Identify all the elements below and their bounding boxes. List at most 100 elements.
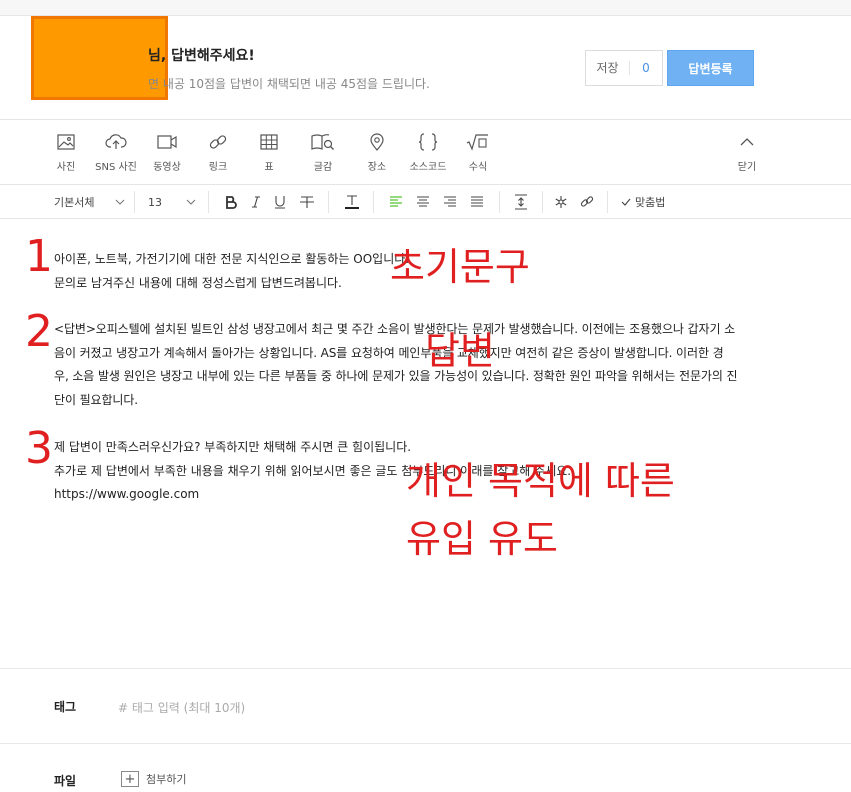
italic-button[interactable] [249,185,263,219]
toolbar-table-label: 표 [264,162,274,173]
plus-icon: + [121,771,139,787]
align-center-icon [417,196,429,207]
annotation-label-1: 초기문구 [390,245,530,289]
link-icon [209,135,227,149]
toolbar-sns-photo-label: SNS 사진 [95,162,137,173]
divider [499,191,500,213]
toolbar-place[interactable]: 장소 [352,132,402,173]
align-justify-button[interactable] [470,185,484,219]
annotation-number-2: 2 [25,306,53,357]
align-justify-icon [471,196,483,207]
toolbar-close-label: 닫기 [737,162,757,173]
strikethrough-icon [300,196,314,208]
tag-label: 태그 [54,700,77,714]
chevron-up-icon [740,138,754,146]
align-left-icon [390,196,402,207]
underline-button[interactable] [273,185,287,219]
save-button[interactable]: 저장 0 [585,50,663,86]
toolbar-place-label: 장소 [367,162,387,173]
toolbar-material[interactable]: 글감 [298,132,348,173]
toolbar-formula-label: 수식 [468,162,488,173]
video-icon [157,135,177,149]
chevron-down-icon [115,199,125,205]
toolbar-link-label: 링크 [208,162,228,173]
align-left-button[interactable] [389,185,403,219]
format-toolbar: 기본서체 13 맞춤법 [0,185,851,219]
save-count: 0 [642,61,650,75]
book-search-icon [311,134,334,150]
table-icon [260,134,278,150]
divider [134,191,135,213]
header-title: 님, 답변해주세요! [148,48,255,64]
toolbar-photo[interactable]: 사진 [41,132,91,173]
divider [328,191,329,213]
toolbar-source-code[interactable]: 소스코드 [403,132,453,173]
code-braces-icon [418,133,438,151]
font-family-value: 기본서체 [54,196,95,209]
align-right-button[interactable] [443,185,457,219]
file-label: 파일 [54,774,77,788]
answer-line-4: 단이 필요합니다. [54,392,139,407]
submit-answer-button[interactable]: 답변등록 [667,50,754,86]
cloud-upload-icon [105,134,127,149]
insert-link-button[interactable] [580,185,594,219]
checkmark-icon [621,198,631,206]
underline-icon [275,196,285,209]
font-size-value: 13 [148,195,162,209]
toolbar-photo-label: 사진 [56,162,76,173]
divider [607,191,608,213]
bold-icon [226,196,237,209]
spellcheck-label: 맞춤법 [635,196,666,209]
text-color-button[interactable] [344,185,360,219]
annotation-number-3: 3 [25,423,53,474]
annotation-label-3-line-1: 개인 목적에 따른 [406,459,675,503]
divider [373,191,374,213]
toolbar-material-label: 글감 [313,162,333,173]
answer-line-3: 우, 소음 발생 원인은 냉장고 내부에 있는 다른 부품들 중 하나에 문제가… [54,369,738,383]
divider [542,191,543,213]
top-strip [0,0,851,16]
toolbar-source-code-label: 소스코드 [409,162,447,173]
attach-label: 첨부하기 [146,773,187,786]
line-height-icon [515,194,527,210]
closing-line-1: 제 답변이 만족스러우신가요? 부족하지만 채택해 주시면 큰 힘이됩니다. [54,440,412,454]
toolbar-link[interactable]: 링크 [193,132,243,173]
formula-icon [466,134,488,151]
text-color-icon [345,195,359,209]
special-char-button[interactable] [554,185,568,219]
chevron-down-icon [186,199,196,205]
toolbar-table[interactable]: 표 [244,132,294,173]
toolbar-video-label: 동영상 [153,162,181,173]
tag-section: 태그 # 태그 입력 (최대 10개) [0,668,851,744]
font-size-select[interactable]: 13 [148,185,200,219]
font-family-select[interactable]: 기본서체 [54,185,128,219]
link-icon [580,196,594,207]
answer-header: 님, 답변해주세요! 면 내공 10점을 답변이 채택되면 내공 45점을 드립… [0,16,851,120]
divider [208,191,209,213]
toolbar-formula[interactable]: 수식 [453,132,503,173]
photo-icon [57,134,75,150]
attach-button[interactable]: + 첨부하기 [121,771,186,787]
location-pin-icon [370,133,384,151]
annotation-number-1: 1 [25,231,53,282]
annotation-label-2: 답변 [425,329,495,373]
save-label: 저장 [586,61,630,75]
spellcheck-button[interactable]: 맞춤법 [620,185,665,219]
answer-line-2: 음이 커졌고 냉장고가 계속해서 돌아가는 상황입니다. AS를 요청하여 메인… [54,345,724,360]
toolbar-sns-photo[interactable]: SNS 사진 [91,132,141,173]
answer-line-1: <답변>오피스텔에 설치된 빌트인 삼성 냉장고에서 최근 몇 주간 소음이 발… [54,322,736,336]
toolbar-close[interactable]: 닫기 [722,132,772,173]
bold-button[interactable] [224,185,238,219]
tag-input[interactable]: # 태그 입력 (최대 10개) [118,699,245,716]
align-right-icon [444,196,456,207]
insert-toolbar: 사진 SNS 사진 동영상 링크 표 글감 장소 소스코드 수식 닫기 [0,120,851,185]
header-subtitle: 면 내공 10점을 답변이 채택되면 내공 45점을 드립니다. [148,77,430,91]
toolbar-video[interactable]: 동영상 [142,132,192,173]
line-height-button[interactable] [514,185,528,219]
annotation-label-3-line-2: 유입 유도 [406,517,558,561]
asterisk-icon [555,196,567,208]
italic-icon [252,196,260,208]
file-section: 파일 + 첨부하기 [0,744,851,792]
align-center-button[interactable] [416,185,430,219]
strikethrough-button[interactable] [299,185,315,219]
